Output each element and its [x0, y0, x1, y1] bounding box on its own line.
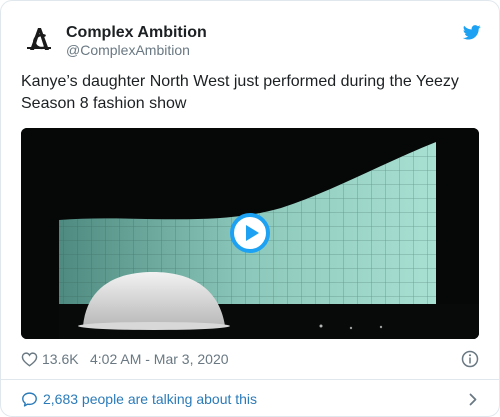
divider	[1, 379, 499, 380]
tweet-embed-card[interactable]: Complex Ambition @ComplexAmbition Kanye’…	[0, 0, 500, 417]
heart-icon[interactable]	[21, 351, 38, 367]
conversation-link[interactable]: 2,683 people are talking about this	[21, 387, 481, 411]
info-icon[interactable]	[461, 350, 479, 368]
complex-ambition-logo-icon	[21, 21, 57, 57]
author-name[interactable]: Complex Ambition	[66, 23, 207, 43]
chevron-right-icon[interactable]	[469, 393, 477, 406]
avatar[interactable]	[21, 21, 57, 57]
tweet-meta: 13.6K 4:02 AM - Mar 3, 2020	[21, 348, 481, 370]
tweet-timestamp[interactable]: 4:02 AM - Mar 3, 2020	[90, 348, 229, 370]
speech-bubble-icon	[22, 392, 37, 407]
video-thumbnail[interactable]	[21, 128, 479, 339]
tweet-header: Complex Ambition @ComplexAmbition	[21, 21, 481, 65]
author-handle[interactable]: @ComplexAmbition	[66, 41, 190, 59]
like-count[interactable]: 13.6K	[42, 348, 79, 370]
twitter-bird-icon[interactable]	[463, 25, 481, 40]
tweet-text: Kanye’s daughter North West just perform…	[21, 73, 459, 112]
play-icon	[246, 225, 259, 241]
play-button[interactable]	[230, 213, 270, 253]
conversation-text[interactable]: 2,683 people are talking about this	[43, 387, 257, 411]
